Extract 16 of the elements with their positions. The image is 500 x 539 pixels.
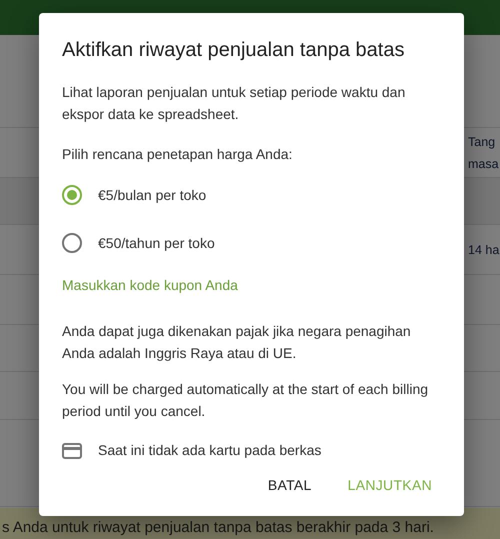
- row-text: Tang: [468, 134, 496, 151]
- description-text: Lihat laporan penjualan untuk setiap periode waktu dan ekspor data ke spreadsheet.: [62, 83, 406, 124]
- plan-label[interactable]: €5/bulan per toko: [98, 184, 206, 206]
- card-status: Saat ini tidak ada kartu pada berkas: [98, 441, 322, 460]
- banner-text: s Anda untuk riwayat penjualan tanpa batas berakhir pada 3 hari.: [2, 518, 434, 538]
- tax-note: Anda dapat juga dikenakan pajak jika negara penagihan Anda adalah Inggris Raya atau di UE.: [62, 322, 412, 363]
- row-text: masa: [468, 156, 500, 172]
- radio-button[interactable]: [62, 185, 82, 205]
- credit-card-icon: [62, 442, 82, 458]
- charge-note: You will be charged automatically at the start of each billing period until you cancel.: [62, 380, 430, 421]
- plan-prompt: Pilih rencana penetapan harga Anda:: [62, 145, 294, 164]
- plan-label[interactable]: €50/tahun per toko: [98, 232, 215, 254]
- dialog-title: Aktifkan riwayat penjualan tanpa batas: [62, 38, 406, 63]
- radio-button[interactable]: [62, 233, 82, 253]
- cancel-button[interactable]: BATAL: [260, 467, 320, 504]
- row-text: 14 ha: [468, 242, 500, 258]
